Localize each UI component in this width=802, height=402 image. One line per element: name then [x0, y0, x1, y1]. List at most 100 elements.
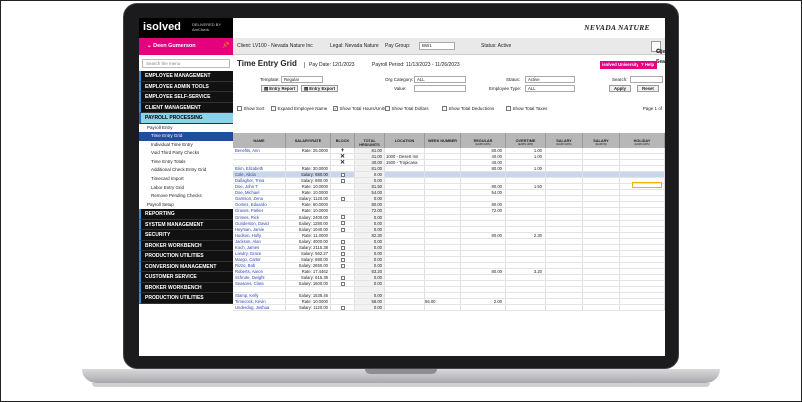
salary-hours-cell[interactable]	[546, 172, 583, 178]
employee-name-link[interactable]: Timecock, Kevin	[233, 299, 286, 305]
salary-hours-cell[interactable]	[546, 256, 583, 262]
salary-hours-cell[interactable]	[546, 244, 583, 250]
salary-dollars-cell[interactable]	[583, 226, 620, 232]
block-cell[interactable]	[331, 274, 355, 281]
holiday-hours-cell[interactable]	[620, 220, 665, 226]
column-header[interactable]: SALARY (EARN HRS)	[546, 133, 583, 148]
block-checkbox[interactable]	[340, 197, 345, 202]
overtime-hours-cell[interactable]: 3.20	[506, 268, 546, 274]
regular-hours-cell[interactable]: 80.00	[461, 232, 506, 238]
holiday-hours-cell[interactable]	[620, 202, 665, 208]
holiday-hours-cell[interactable]	[620, 166, 665, 172]
employee-name-link[interactable]: Hudson, Holly	[233, 232, 286, 238]
salary-dollars-cell[interactable]	[583, 184, 620, 190]
salary-dollars-cell[interactable]	[583, 274, 620, 281]
value-select[interactable]	[414, 85, 466, 92]
nav-item-client-management[interactable]: CLIENT MANAGEMENT	[139, 102, 233, 113]
holiday-hours-cell[interactable]	[620, 214, 665, 220]
nav-item-customer-service[interactable]: CUSTOMER SERVICE	[139, 272, 233, 283]
nav-sub-time-entry-totals[interactable]: Time Entry Totals	[139, 157, 233, 167]
overtime-hours-cell[interactable]	[506, 208, 546, 214]
regular-hours-cell[interactable]: 40.00	[461, 154, 506, 160]
block-cell[interactable]	[331, 214, 355, 220]
regular-hours-cell[interactable]: 80.00	[461, 184, 506, 190]
week-number-cell[interactable]: 56.00	[425, 299, 461, 305]
overtime-hours-cell[interactable]	[506, 262, 546, 268]
week-number-cell[interactable]	[425, 244, 461, 250]
salary-hours-cell[interactable]	[546, 281, 583, 287]
overtime-hours-cell[interactable]	[506, 274, 546, 281]
holiday-hours-cell[interactable]	[620, 262, 665, 268]
location-cell[interactable]: 1500 - Tropicana	[385, 160, 425, 166]
block-cell[interactable]	[331, 262, 355, 268]
block-checkbox[interactable]	[340, 263, 345, 268]
salary-hours-cell[interactable]	[546, 148, 583, 154]
regular-hours-cell[interactable]: 80.00	[461, 202, 506, 208]
overtime-hours-cell[interactable]	[506, 281, 546, 287]
employee-name-link[interactable]: Gunderson, David	[233, 220, 286, 226]
location-cell[interactable]	[385, 184, 425, 190]
employee-name-link[interactable]	[233, 154, 286, 160]
week-number-cell[interactable]	[425, 274, 461, 281]
user-name[interactable]: ⌄ Deen Gumerson	[147, 43, 196, 49]
week-number-cell[interactable]	[425, 154, 461, 160]
block-cell[interactable]	[331, 232, 355, 238]
week-number-cell[interactable]	[425, 305, 461, 311]
checkbox-icon[interactable]	[442, 106, 447, 111]
column-header[interactable]: TOTAL HRS/UNITS	[355, 133, 385, 148]
block-cell[interactable]	[331, 202, 355, 208]
salary-hours-cell[interactable]	[546, 238, 583, 244]
salary-dollars-cell[interactable]	[583, 214, 620, 220]
block-cell[interactable]	[331, 250, 355, 256]
column-header[interactable]: REGULAR (EARN HRS)	[461, 133, 506, 148]
block-checkbox[interactable]	[340, 257, 345, 262]
location-cell[interactable]	[385, 287, 425, 293]
salary-dollars-cell[interactable]	[583, 305, 620, 311]
employee-name-link[interactable]: Koch, James	[233, 244, 286, 250]
nav-item-production-utilities[interactable]: PRODUCTION UTILITIES	[139, 293, 233, 304]
regular-hours-cell[interactable]: 80.00	[461, 268, 506, 274]
block-cell[interactable]	[331, 172, 355, 178]
employee-name-link[interactable]: Doe, Michael	[233, 190, 286, 196]
employee-name-link[interactable]: Jackson, Alan	[233, 238, 286, 244]
holiday-hours-cell[interactable]	[620, 208, 665, 214]
holiday-hours-cell[interactable]	[620, 274, 665, 281]
block-checkbox[interactable]	[340, 215, 345, 220]
column-header[interactable]: BLOCK	[331, 133, 355, 148]
column-header[interactable]: SALARY/RATE	[286, 133, 331, 148]
salary-dollars-cell[interactable]	[583, 293, 620, 299]
block-cell[interactable]	[331, 196, 355, 202]
column-header[interactable]: LOCATION	[385, 133, 425, 148]
checkbox-icon[interactable]	[271, 106, 276, 111]
week-number-cell[interactable]	[425, 202, 461, 208]
block-checkbox[interactable]	[340, 173, 345, 178]
location-cell[interactable]	[385, 305, 425, 311]
holiday-hours-cell[interactable]	[620, 244, 665, 250]
week-number-cell[interactable]	[425, 287, 461, 293]
help-button[interactable]: ? Help	[638, 61, 658, 69]
week-number-cell[interactable]	[425, 178, 461, 184]
week-number-cell[interactable]	[425, 220, 461, 226]
location-cell[interactable]: 1000 - Desert Inn	[385, 154, 425, 160]
employee-name-link[interactable]: Roberts, Aaron	[233, 268, 286, 274]
employee-name-link[interactable]: Landry, Grace	[233, 250, 286, 256]
block-checkbox[interactable]	[340, 239, 345, 244]
overtime-hours-cell[interactable]	[506, 250, 546, 256]
location-cell[interactable]	[385, 232, 425, 238]
salary-hours-cell[interactable]	[546, 305, 583, 311]
salary-dollars-cell[interactable]	[583, 208, 620, 214]
employee-name-link[interactable]: Brim, Elizabeth	[233, 166, 286, 172]
block-cell[interactable]: ✕	[331, 154, 355, 160]
block-cell[interactable]	[331, 256, 355, 262]
salary-dollars-cell[interactable]	[583, 232, 620, 238]
overtime-hours-cell[interactable]	[506, 226, 546, 232]
overtime-hours-cell[interactable]	[506, 299, 546, 305]
regular-hours-cell[interactable]: 80.00	[461, 166, 506, 172]
status-select[interactable]: Active	[525, 76, 575, 83]
nav-item-broker-workbench[interactable]: BROKER WORKBENCH	[139, 282, 233, 294]
block-cell[interactable]	[331, 293, 355, 299]
regular-hours-cell[interactable]	[461, 281, 506, 287]
salary-dollars-cell[interactable]	[583, 220, 620, 226]
salary-hours-cell[interactable]	[546, 154, 583, 160]
location-cell[interactable]	[385, 208, 425, 214]
